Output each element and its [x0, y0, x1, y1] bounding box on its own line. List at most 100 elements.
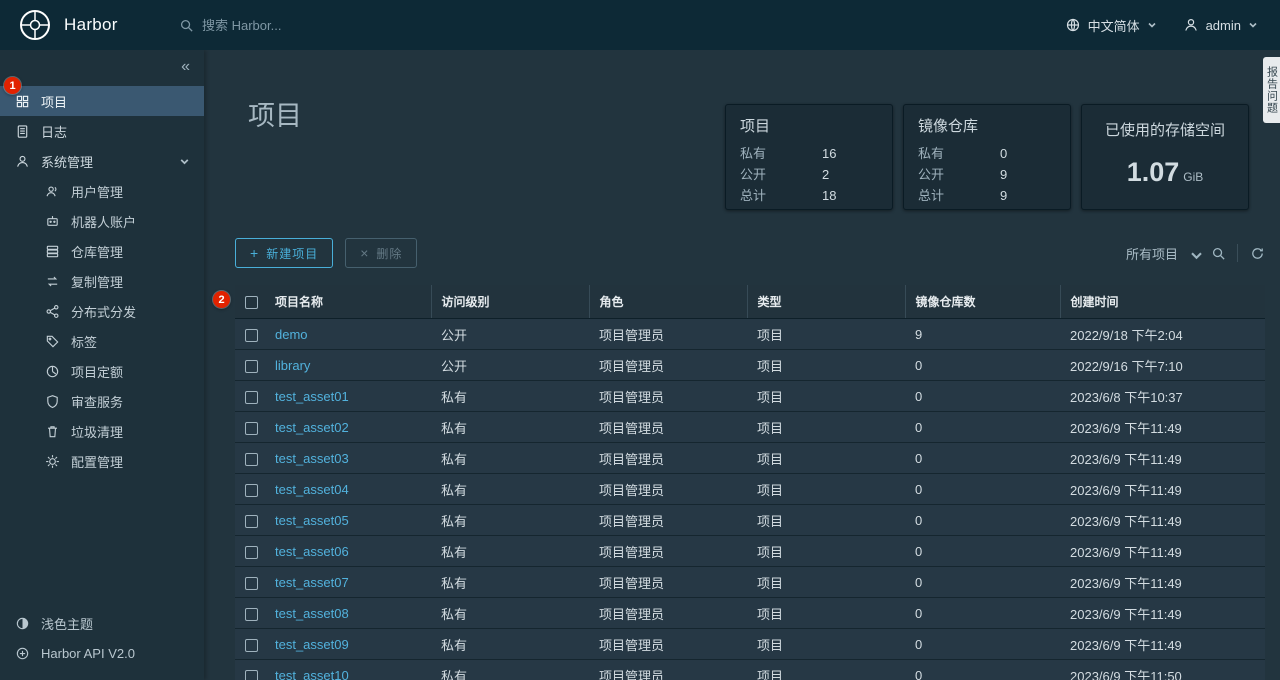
chevron-down-icon — [1248, 20, 1258, 30]
stat-label: 总计 — [918, 185, 944, 206]
delete-button[interactable]: × 删除 — [345, 238, 417, 268]
global-search-input[interactable] — [202, 18, 402, 33]
project-link[interactable]: test_asset03 — [275, 451, 349, 466]
column-header[interactable]: 类型 — [747, 285, 905, 319]
stats-card-storage: 已使用的存储空间 1.07GiB — [1081, 104, 1249, 210]
table-row: test_asset01私有项目管理员项目02023/6/8 下午10:37 — [235, 381, 1265, 412]
project-link[interactable]: test_asset08 — [275, 606, 349, 621]
cell-type: 项目 — [747, 474, 905, 505]
sidebar-item-logs[interactable]: 日志 — [0, 116, 204, 146]
row-checkbox[interactable] — [245, 484, 258, 497]
row-checkbox[interactable] — [245, 670, 258, 680]
administration-submenu: 用户管理 机器人账户 仓库管理 复制管理 — [0, 176, 204, 476]
column-header[interactable]: 镜像仓库数 — [905, 285, 1060, 319]
sidebar-item-projects[interactable]: 1 项目 — [0, 86, 204, 116]
sidebar-collapse-button[interactable]: « — [0, 50, 204, 86]
row-checkbox[interactable] — [245, 453, 258, 466]
column-header[interactable]: 创建时间 — [1060, 285, 1265, 319]
sidebar-item-labels[interactable]: 标签 — [0, 326, 204, 356]
sidebar-item-interrogation-services[interactable]: 审查服务 — [0, 386, 204, 416]
column-header[interactable]: 项目名称 — [265, 285, 431, 319]
sidebar-item-configuration[interactable]: 配置管理 — [0, 446, 204, 476]
sidebar-item-robot-accounts[interactable]: 机器人账户 — [0, 206, 204, 236]
project-link[interactable]: test_asset02 — [275, 420, 349, 435]
row-checkbox[interactable] — [245, 608, 258, 621]
cell-access-level: 私有 — [431, 567, 589, 598]
project-link[interactable]: test_asset09 — [275, 637, 349, 652]
project-link[interactable]: test_asset07 — [275, 575, 349, 590]
sidebar-item-project-quotas[interactable]: 项目定额 — [0, 356, 204, 386]
projects-icon — [14, 94, 30, 109]
cell-role: 项目管理员 — [589, 412, 747, 443]
project-link[interactable]: test_asset10 — [275, 668, 349, 680]
cell-repo-count: 0 — [905, 660, 1060, 680]
project-link[interactable]: test_asset06 — [275, 544, 349, 559]
table-search-icon[interactable] — [1210, 246, 1226, 261]
sidebar-item-label: 用户管理 — [71, 182, 123, 201]
storage-value: 1.07 — [1127, 157, 1180, 187]
project-filter-dropdown[interactable]: 所有项目 — [1126, 244, 1178, 263]
sidebar-item-administration[interactable]: 系统管理 — [0, 146, 204, 176]
app-header: Harbor 中文简体 admin — [0, 0, 1280, 50]
quota-icon — [44, 364, 60, 379]
sidebar-item-label: 项目定额 — [71, 362, 123, 381]
sidebar-item-registries[interactable]: 仓库管理 — [0, 236, 204, 266]
cell-repo-count: 0 — [905, 412, 1060, 443]
sidebar-item-label: 系统管理 — [41, 152, 93, 171]
language-menu[interactable]: 中文简体 — [1065, 16, 1157, 35]
sidebar-item-replications[interactable]: 复制管理 — [0, 266, 204, 296]
brand-name: Harbor — [64, 15, 118, 35]
stats-cards: 项目 私有16 公开2 总计18 镜像仓库 私有0 公开9 总计9 已使用的存储… — [725, 104, 1249, 210]
column-header[interactable]: 访问级别 — [431, 285, 589, 319]
row-checkbox[interactable] — [245, 546, 258, 559]
theme-toggle[interactable]: 浅色主题 — [0, 608, 204, 638]
api-label: Harbor API V2.0 — [41, 646, 135, 661]
feedback-side-tab[interactable]: 报告问题 — [1263, 57, 1280, 123]
project-link[interactable]: test_asset05 — [275, 513, 349, 528]
card-title: 项目 — [740, 115, 878, 136]
project-link[interactable]: demo — [275, 327, 308, 342]
cell-creation-time: 2023/6/9 下午11:49 — [1060, 536, 1265, 567]
project-link[interactable]: test_asset04 — [275, 482, 349, 497]
chevron-down-icon — [1147, 20, 1157, 30]
sidebar-item-garbage-collection[interactable]: 垃圾清理 — [0, 416, 204, 446]
cell-type: 项目 — [747, 319, 905, 350]
sidebar-item-label: 复制管理 — [71, 272, 123, 291]
global-search[interactable] — [178, 18, 402, 33]
cell-repo-count: 0 — [905, 350, 1060, 381]
column-header[interactable]: 角色 — [589, 285, 747, 319]
sidebar-item-users[interactable]: 用户管理 — [0, 176, 204, 206]
cell-access-level: 私有 — [431, 474, 589, 505]
row-checkbox[interactable] — [245, 515, 258, 528]
project-link[interactable]: library — [275, 358, 310, 373]
cell-repo-count: 0 — [905, 598, 1060, 629]
select-all-checkbox[interactable] — [245, 296, 258, 309]
refresh-icon[interactable] — [1249, 246, 1265, 261]
stat-label: 公开 — [740, 164, 766, 185]
stat-value: 9 — [1000, 164, 1056, 185]
row-checkbox[interactable] — [245, 577, 258, 590]
row-checkbox[interactable] — [245, 422, 258, 435]
sidebar-item-distribution[interactable]: 分布式分发 — [0, 296, 204, 326]
theme-icon — [14, 616, 30, 631]
row-checkbox[interactable] — [245, 329, 258, 342]
cell-access-level: 私有 — [431, 598, 589, 629]
project-link[interactable]: test_asset01 — [275, 389, 349, 404]
cell-access-level: 私有 — [431, 629, 589, 660]
brand[interactable]: Harbor — [0, 8, 178, 42]
new-project-button[interactable]: + 新建项目 — [235, 238, 333, 268]
api-link[interactable]: Harbor API V2.0 — [0, 638, 204, 668]
cell-role: 项目管理员 — [589, 629, 747, 660]
row-checkbox[interactable] — [245, 391, 258, 404]
user-menu[interactable]: admin — [1183, 17, 1258, 33]
card-title: 已使用的存储空间 — [1096, 119, 1234, 140]
theme-label: 浅色主题 — [41, 614, 93, 633]
sidebar-item-label: 审查服务 — [71, 392, 123, 411]
stats-card-projects: 项目 私有16 公开2 总计18 — [725, 104, 893, 210]
cell-role: 项目管理员 — [589, 598, 747, 629]
row-checkbox[interactable] — [245, 360, 258, 373]
stats-card-repositories: 镜像仓库 私有0 公开9 总计9 — [903, 104, 1071, 210]
cell-access-level: 公开 — [431, 319, 589, 350]
row-checkbox[interactable] — [245, 639, 258, 652]
cell-access-level: 私有 — [431, 660, 589, 680]
